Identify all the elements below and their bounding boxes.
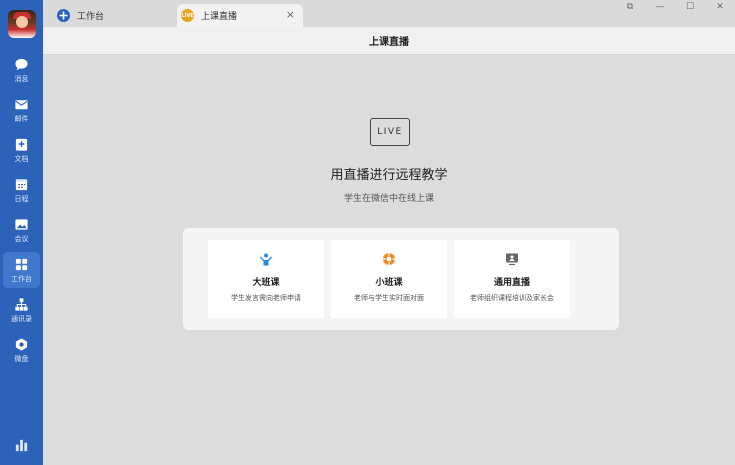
sidebar-item-workbench[interactable]: 工作台	[3, 252, 40, 288]
chat-bubble-icon	[15, 58, 28, 71]
live-badge: LIVE	[370, 118, 410, 146]
general-live-card[interactable]: 通用直播 老师组织课程培训及家长会	[454, 240, 570, 318]
sidebar-item-label: 工作台	[11, 275, 32, 283]
card-title: 小班课	[375, 278, 403, 288]
window-controls: ⧉ — ☐ ✕	[615, 0, 735, 14]
target-circle-icon	[383, 253, 395, 265]
mail-icon	[15, 100, 28, 110]
tab-label: 上课直播	[201, 12, 238, 22]
class-type-panel: 大班课 学生发言需向老师申请 小班课 老师与学生实时面对面 通用直播 老师组织课…	[183, 228, 619, 330]
sidebar-item-label: 邮件	[14, 115, 29, 123]
document-icon	[15, 138, 28, 151]
window-close-icon[interactable]: ✕	[705, 0, 735, 14]
bar-chart-icon[interactable]	[14, 438, 29, 453]
page-header: 上课直播	[43, 27, 735, 55]
large-class-card[interactable]: 大班课 学生发言需向老师申请	[208, 240, 324, 318]
card-title: 大班课	[252, 278, 280, 288]
sidebar-item-label: 通讯录	[11, 315, 32, 323]
raise-hand-icon	[260, 253, 272, 266]
meeting-icon	[15, 219, 28, 230]
live-tab-icon: LIVE	[181, 9, 194, 22]
card-description: 老师与学生实时面对面	[354, 294, 424, 302]
sidebar: 消息 邮件 文档 日程 会议 工作台 通讯录 微盘	[0, 0, 43, 465]
sidebar-item-contacts[interactable]: 通讯录	[3, 292, 40, 328]
cloud-drive-icon	[15, 338, 28, 351]
main-subtitle: 学生在微信中在线上课	[343, 194, 434, 204]
calendar-icon	[15, 179, 28, 191]
sidebar-item-label: 文档	[14, 155, 29, 163]
tab-workbench[interactable]: 工作台	[53, 4, 175, 27]
small-class-card[interactable]: 小班课 老师与学生实时面对面	[331, 240, 447, 318]
close-icon[interactable]: ×	[286, 9, 295, 21]
maximize-icon[interactable]: ☐	[675, 0, 705, 14]
tab-live-class[interactable]: LIVE 上课直播 ×	[177, 4, 303, 27]
card-description: 老师组织课程培训及家长会	[470, 294, 554, 302]
main-content: LIVE 用直播进行远程教学 学生在微信中在线上课 大班课 学生发言需向老师申请…	[43, 56, 735, 465]
workbench-grid-icon	[15, 258, 28, 271]
minimize-icon[interactable]: —	[645, 0, 675, 14]
sidebar-item-label: 微盘	[14, 355, 29, 363]
avatar-face	[16, 16, 28, 28]
sidebar-item-calendar[interactable]: 日程	[3, 172, 40, 208]
sidebar-item-label: 会议	[14, 235, 29, 243]
page-title: 上课直播	[369, 37, 409, 48]
sidebar-item-docs[interactable]: 文档	[3, 132, 40, 168]
sidebar-item-label: 日程	[14, 195, 29, 203]
tab-bar: 工作台 LIVE 上课直播 × ⧉ — ☐ ✕	[43, 0, 735, 27]
org-chart-icon	[15, 298, 28, 311]
workbench-tab-icon	[57, 9, 70, 22]
card-title: 通用直播	[493, 278, 530, 288]
sidebar-item-mail[interactable]: 邮件	[3, 92, 40, 128]
monitor-person-icon	[506, 253, 518, 266]
card-description: 学生发言需向老师申请	[231, 294, 301, 302]
sidebar-item-drive[interactable]: 微盘	[3, 332, 40, 368]
pin-window-icon[interactable]: ⧉	[615, 0, 645, 14]
sidebar-item-meetings[interactable]: 会议	[3, 212, 40, 248]
sidebar-item-messages[interactable]: 消息	[3, 52, 40, 88]
sidebar-item-label: 消息	[14, 75, 29, 83]
avatar[interactable]	[8, 10, 36, 38]
main-title: 用直播进行远程教学	[330, 168, 448, 183]
tab-label: 工作台	[77, 12, 105, 22]
